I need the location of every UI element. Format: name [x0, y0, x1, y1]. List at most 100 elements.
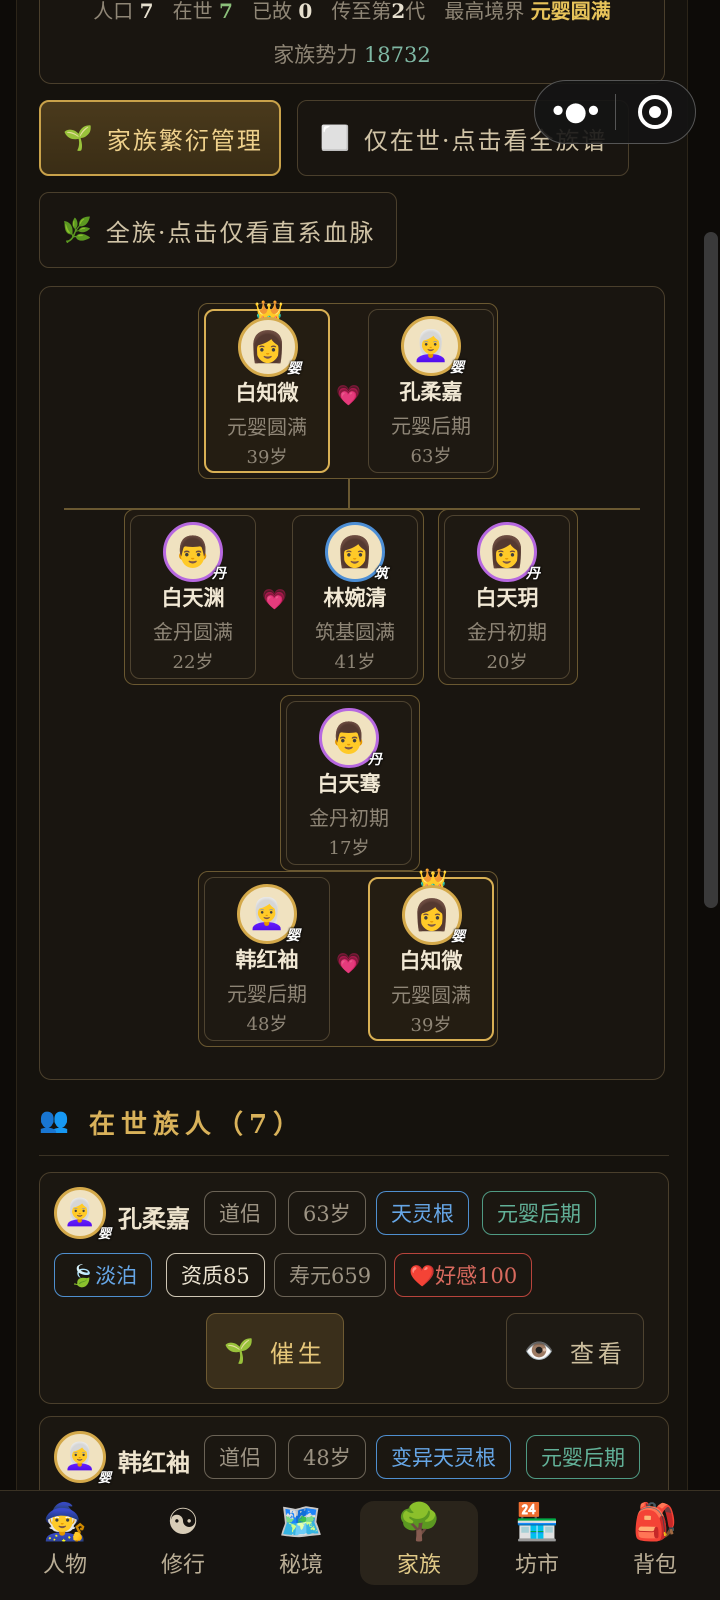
realm-badge: 婴	[451, 929, 465, 945]
member-avatar: 👩‍🦳 婴	[54, 1431, 111, 1486]
nav-item-cultivation[interactable]: ☯ 修行	[124, 1501, 242, 1585]
tree-card[interactable]: 👩 丹 白天玥 金丹初期 20岁	[444, 515, 570, 679]
nav-item-family[interactable]: 🌳 家族	[360, 1501, 478, 1585]
population-label: 人口	[93, 0, 134, 23]
member-age: 22岁	[172, 652, 214, 673]
member-realm: 金丹圆满	[153, 620, 233, 644]
age-tag: 63岁	[288, 1191, 366, 1235]
more-menu-button[interactable]: •●•	[535, 97, 615, 127]
root-tag: 天灵根	[376, 1191, 469, 1235]
relation-tag: 道侣	[204, 1435, 276, 1479]
bloodline-label: 全族·点击仅看直系血脉	[105, 218, 376, 247]
dead-value: 0	[298, 0, 313, 23]
section-title: 在世族人（7）	[89, 1110, 306, 1140]
tree-card[interactable]: 👨 丹 白天渊 金丹圆满 22岁	[130, 515, 256, 679]
member-avatar: 👩‍🦳 婴	[54, 1187, 111, 1242]
avatar: 👩 筑	[325, 522, 388, 582]
realm-badge: 婴	[286, 928, 300, 944]
member-card: 👩‍🦳 婴 韩红袖 道侣 48岁 变异天灵根 元婴后期	[39, 1416, 669, 1490]
family-tree: 👑 👩 婴 白知微 元婴圆满 39岁 💗 👩‍🦳 婴 孔柔嘉 元婴后期 63岁 👨 丹…	[39, 286, 665, 1080]
realm-badge: 婴	[97, 1471, 111, 1486]
realm-badge: 筑	[374, 566, 388, 582]
wizard-icon: 🧙	[42, 1502, 88, 1543]
member-realm: 元婴圆满	[391, 983, 471, 1007]
living-members-header: 👥 在世族人（7）	[39, 1104, 669, 1156]
tree-card[interactable]: 👩‍🦳 婴 孔柔嘉 元婴后期 63岁	[368, 309, 494, 473]
tree-card[interactable]: 👑 👩 婴 白知微 元婴圆满 39岁	[204, 299, 330, 473]
nav-label: 秘境	[278, 1553, 323, 1578]
avatar: 👩‍🦳 婴	[401, 316, 464, 376]
nav-label: 修行	[160, 1553, 205, 1578]
nav-item-secret-realm[interactable]: 🗺️ 秘境	[242, 1501, 360, 1585]
urge-birth-label: 催生	[269, 1339, 326, 1368]
affection-tag: ❤️好感100	[394, 1253, 533, 1297]
view-member-button[interactable]: 👁️ 查看	[506, 1313, 644, 1389]
relation-tag: 道侣	[204, 1191, 276, 1235]
lifespan-tag: 寿元659	[274, 1253, 387, 1297]
family-stats-panel: 人口 7 在世 7 已故 0 传至第2代 最高境界 元婴圆满 家族势力 1873…	[39, 0, 665, 84]
miniprogram-capsule: •●•	[534, 80, 696, 144]
herb-icon: 🌿	[62, 216, 94, 244]
member-name: 白知微	[399, 948, 463, 973]
member-realm: 元婴后期	[391, 414, 471, 438]
member-age: 41岁	[334, 652, 376, 673]
nav-item-character[interactable]: 🧙 人物	[6, 1501, 124, 1585]
realm-tag: 元婴后期	[482, 1191, 596, 1235]
nav-item-backpack[interactable]: 🎒 背包	[596, 1501, 714, 1585]
realm-badge: 丹	[368, 752, 382, 768]
nav-item-market[interactable]: 🏪 坊市	[478, 1501, 596, 1585]
member-realm: 金丹初期	[309, 806, 389, 830]
tree-connector	[348, 479, 350, 509]
bottom-nav: 🧙 人物 ☯ 修行 🗺️ 秘境 🌳 家族 🏪 坊市 🎒 背包	[0, 1490, 720, 1600]
realm-badge: 丹	[212, 566, 226, 582]
heart-icon: 💗	[336, 951, 361, 975]
tree-card[interactable]: 👑 👩 婴 白知微 元婴圆满 39岁	[368, 867, 494, 1041]
age-tag: 48岁	[288, 1435, 366, 1479]
tree-card[interactable]: 👨 丹 白天骞 金丹初期 17岁	[286, 701, 412, 865]
realm-badge: 婴	[287, 361, 301, 377]
realm-badge: 婴	[97, 1227, 111, 1242]
avatar: 👩 婴	[238, 317, 301, 377]
realm-tag: 元婴后期	[526, 1435, 640, 1479]
power-value: 18732	[363, 43, 431, 67]
realm-badge: 婴	[450, 360, 464, 376]
temperament-tag: 🍃淡泊	[54, 1253, 153, 1297]
backpack-icon: 🎒	[632, 1502, 678, 1543]
member-card: 👩‍🦳 婴 孔柔嘉 道侣 63岁 天灵根 元婴后期 🍃淡泊 资质85 寿元659 …	[39, 1172, 669, 1404]
bloodline-toggle[interactable]: 🌿 全族·点击仅看直系血脉	[39, 192, 397, 268]
sprout-icon: 🌱	[63, 124, 95, 152]
tree-card[interactable]: 👩‍🦳 婴 韩红袖 元婴后期 48岁	[204, 877, 330, 1041]
sprout-icon: 🌱	[224, 1337, 258, 1365]
nav-label: 人物	[42, 1553, 87, 1578]
avatar: 👩 婴	[402, 885, 465, 945]
member-name: 孔柔嘉	[399, 379, 463, 404]
generation-suffix: 代	[405, 0, 426, 23]
member-realm: 筑基圆满	[315, 620, 395, 644]
avatar: 👨 丹	[163, 522, 226, 582]
population-value: 7	[139, 0, 154, 23]
root-tag: 变异天灵根	[376, 1435, 511, 1479]
realm-badge: 丹	[526, 566, 540, 582]
breeding-manage-button[interactable]: 🌱 家族繁衍管理	[39, 100, 281, 176]
close-miniprogram-button[interactable]	[616, 95, 696, 129]
member-age: 39岁	[410, 1015, 452, 1036]
checkbox-icon: ⬜	[320, 124, 352, 152]
stats-summary: 人口 7 在世 7 已故 0 传至第2代 最高境界 元婴圆满	[40, 0, 664, 24]
member-name: 白知微	[235, 380, 299, 405]
member-name: 白天骞	[317, 771, 381, 796]
yin-yang-icon: ☯	[166, 1502, 200, 1543]
breeding-manage-label: 家族繁衍管理	[106, 126, 263, 155]
scrollbar[interactable]	[704, 232, 718, 908]
nav-label: 家族	[396, 1553, 441, 1578]
avatar: 👩‍🦳 婴	[237, 884, 300, 944]
member-age: 20岁	[486, 652, 528, 673]
eye-icon: 👁️	[524, 1337, 558, 1365]
avatar: 👩 丹	[477, 522, 540, 582]
tree-card[interactable]: 👩 筑 林婉清 筑基圆满 41岁	[292, 515, 418, 679]
generation-value: 2	[391, 0, 406, 23]
member-realm: 元婴圆满	[227, 415, 307, 439]
generation-prefix: 传至第	[331, 0, 392, 23]
nav-label: 背包	[632, 1553, 677, 1578]
urge-birth-button[interactable]: 🌱 催生	[206, 1313, 344, 1389]
member-name: 林婉清	[323, 585, 387, 610]
